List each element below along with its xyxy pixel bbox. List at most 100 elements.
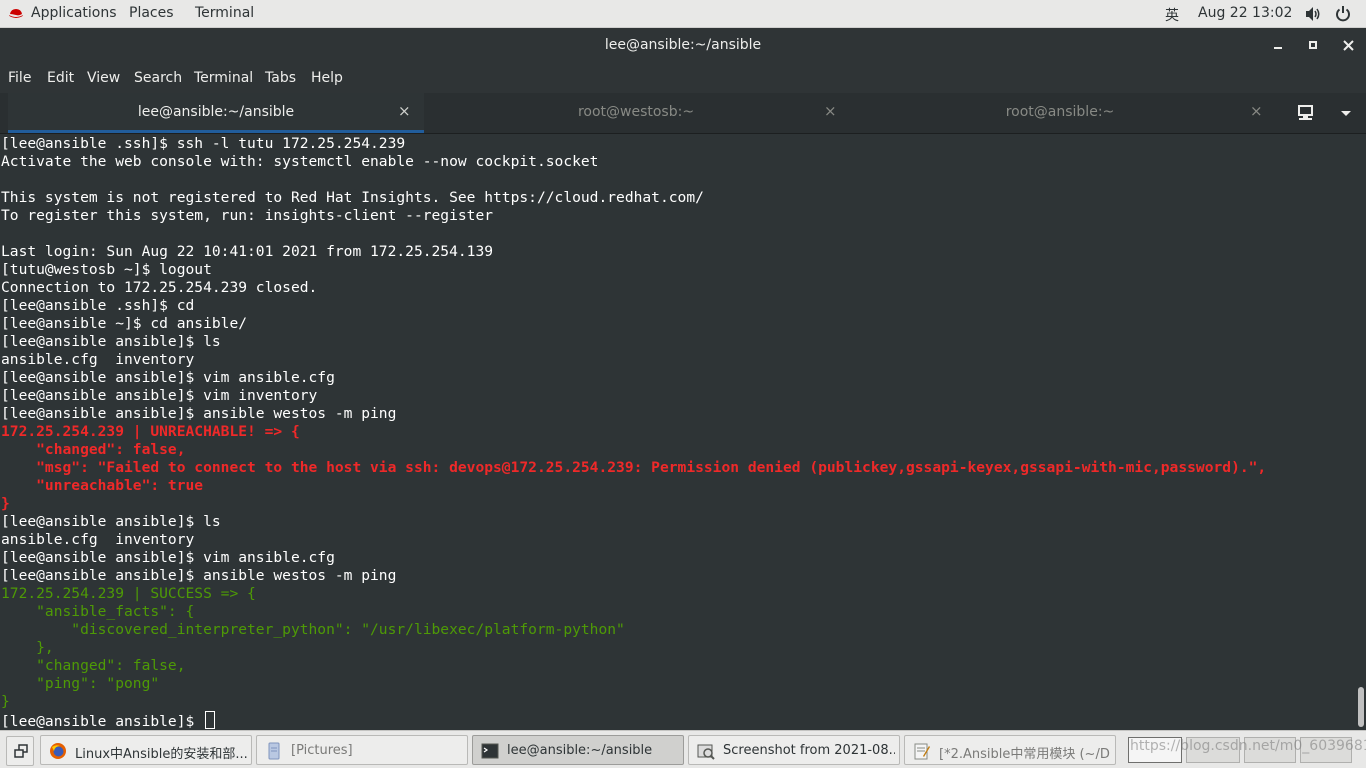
taskbar-item-label: lee@ansible:~/ansible: [507, 743, 653, 758]
window-titlebar[interactable]: lee@ansible:~/ansible: [0, 28, 1366, 64]
terminal-icon: [481, 743, 499, 759]
firefox-icon: [50, 743, 66, 759]
tab-bar: lee@ansible:~/ansible × root@westosb:~ ×…: [0, 93, 1366, 134]
terminal-app-menu[interactable]: Terminal: [195, 5, 254, 21]
terminal-line: [lee@ansible ansible]$: [1, 711, 216, 730]
input-method-indicator[interactable]: 英: [1165, 5, 1179, 25]
terminal-line-text: "changed": false,: [1, 657, 186, 674]
terminal-line-text: [lee@ansible ansible]$ vim ansible.cfg: [1, 369, 335, 386]
terminal-line: To register this system, run: insights-c…: [1, 207, 493, 225]
terminal-line-text: ansible.cfg inventory: [1, 351, 195, 368]
power-icon[interactable]: [1335, 5, 1351, 22]
terminal-line-text: }: [1, 495, 10, 512]
terminal-line: [lee@ansible ansible]$ vim ansible.cfg: [1, 549, 335, 567]
terminal-line: 172.25.254.239 | SUCCESS => {: [1, 585, 256, 603]
text-editor-icon: [914, 743, 930, 760]
terminal-line-text: "discovered_interpreter_python": "/usr/l…: [1, 621, 625, 638]
terminal-line-text: [lee@ansible ansible]$ vim ansible.cfg: [1, 549, 335, 566]
terminal-line: Activate the web console with: systemctl…: [1, 153, 598, 171]
terminal-line-text: [lee@ansible ansible]$ ls: [1, 333, 221, 350]
tab-close-icon[interactable]: ×: [824, 102, 837, 120]
menu-tabs[interactable]: Tabs: [265, 70, 296, 86]
show-desktop-button[interactable]: [6, 736, 34, 766]
terminal-line: 172.25.254.239 | UNREACHABLE! => {: [1, 423, 300, 441]
terminal-line: [lee@ansible ansible]$ ansible westos -m…: [1, 405, 396, 423]
maximize-icon[interactable]: [1309, 41, 1319, 51]
tab-lee-ansible[interactable]: lee@ansible:~/ansible ×: [8, 93, 424, 133]
taskbar-item-terminal[interactable]: lee@ansible:~/ansible: [472, 735, 684, 765]
terminal-line-text: [lee@ansible .ssh]$ ssh -l tutu 172.25.2…: [1, 135, 406, 152]
terminal-line-text: [lee@ansible ansible]$ ansible westos -m…: [1, 405, 397, 422]
tab-root-ansible[interactable]: root@ansible:~ ×: [850, 93, 1270, 133]
taskbar-item-label: [Pictures]: [291, 743, 353, 758]
terminal-line-text: "msg": "Failed to connect to the host vi…: [1, 459, 1267, 476]
clock[interactable]: Aug 22 13:02: [1198, 5, 1292, 21]
terminal-line-text: },: [1, 639, 54, 656]
terminal-line: }: [1, 693, 10, 711]
tab-close-icon[interactable]: ×: [398, 102, 411, 120]
terminal-line-text: Connection to 172.25.254.239 closed.: [1, 279, 318, 296]
terminal-line: Last login: Sun Aug 22 10:41:01 2021 fro…: [1, 243, 493, 261]
terminal-scrollbar[interactable]: [1356, 134, 1366, 730]
terminal-line-text: Last login: Sun Aug 22 10:41:01 2021 fro…: [1, 243, 494, 260]
terminal-line: [lee@ansible .ssh]$ ssh -l tutu 172.25.2…: [1, 135, 405, 153]
window-title: lee@ansible:~/ansible: [604, 37, 762, 53]
menu-terminal[interactable]: Terminal: [194, 70, 253, 86]
terminal-line: [tutu@westosb ~]$ logout: [1, 261, 212, 279]
taskbar-item-label: [*2.Ansible中常用模块 (~/D...: [939, 747, 1111, 762]
terminal-line-text: Activate the web console with: systemctl…: [1, 153, 599, 170]
terminal-line: Connection to 172.25.254.239 closed.: [1, 279, 317, 297]
redhat-logo-icon: [9, 9, 23, 18]
menu-file[interactable]: File: [8, 70, 31, 86]
terminal-line: },: [1, 639, 54, 657]
volume-icon[interactable]: [1305, 6, 1322, 22]
tab-close-icon[interactable]: ×: [1250, 102, 1263, 120]
terminal-line: [lee@ansible .ssh]$ cd: [1, 297, 194, 315]
terminal-line: "changed": false,: [1, 441, 185, 459]
taskbar-item-pictures[interactable]: [Pictures]: [256, 735, 468, 765]
tab-root-westosb[interactable]: root@westosb:~ ×: [428, 93, 844, 133]
applications-menu[interactable]: Applications: [31, 5, 117, 21]
terminal-line-text: [lee@ansible ansible]$ ansible westos -m…: [1, 567, 397, 584]
terminal-line: [lee@ansible ansible]$ vim inventory: [1, 387, 317, 405]
menu-bar: File Edit View Search Terminal Tabs Help: [0, 64, 1366, 93]
terminal-line: [lee@ansible ansible]$ ansible westos -m…: [1, 567, 396, 585]
terminal-line-text: To register this system, run: insights-c…: [1, 207, 494, 224]
terminal-line-text: [lee@ansible ansible]$ ls: [1, 513, 221, 530]
menu-view[interactable]: View: [87, 70, 120, 86]
terminal-output[interactable]: [lee@ansible .ssh]$ ssh -l tutu 172.25.2…: [0, 134, 1356, 730]
terminal-line: ansible.cfg inventory: [1, 531, 194, 549]
taskbar-item-text-editor[interactable]: [*2.Ansible中常用模块 (~/D...: [904, 735, 1116, 765]
taskbar-item-screenshot[interactable]: Screenshot from 2021-08...: [688, 735, 900, 765]
top-panel: Applications Places Terminal 英 Aug 22 13…: [0, 0, 1366, 28]
tab-menu-chevron-down-icon[interactable]: [1340, 110, 1352, 118]
terminal-line-text: [tutu@westosb ~]$ logout: [1, 261, 212, 278]
terminal-line-text: "ping": "pong": [1, 675, 160, 692]
terminal-line-text: 172.25.254.239 | SUCCESS => {: [1, 585, 256, 602]
show-desktop-icon: [14, 744, 28, 758]
new-tab-icon[interactable]: [1297, 104, 1315, 122]
menu-edit[interactable]: Edit: [47, 70, 74, 86]
places-menu[interactable]: Places: [129, 5, 174, 21]
terminal-line: "changed": false,: [1, 657, 186, 675]
terminal-line: "discovered_interpreter_python": "/usr/l…: [1, 621, 625, 639]
terminal-line-text: 172.25.254.239 | UNREACHABLE! => {: [1, 423, 300, 440]
menu-help[interactable]: Help: [311, 70, 343, 86]
close-icon[interactable]: [1343, 40, 1355, 52]
menu-search[interactable]: Search: [134, 70, 182, 86]
terminal-line-text: [lee@ansible ansible]$ vim inventory: [1, 387, 318, 404]
terminal-line: This system is not registered to Red Hat…: [1, 189, 704, 207]
terminal-line-text: [lee@ansible ~]$ cd ansible/: [1, 315, 248, 332]
terminal-line: "ansible_facts": {: [1, 603, 194, 621]
terminal-line-text: "ansible_facts": {: [1, 603, 195, 620]
terminal-line: [lee@ansible ~]$ cd ansible/: [1, 315, 247, 333]
minimize-icon[interactable]: [1274, 46, 1284, 50]
tab-label: root@westosb:~: [577, 104, 695, 120]
terminal-line-text: [lee@ansible .ssh]$ cd: [1, 297, 195, 314]
terminal-line-text: This system is not registered to Red Hat…: [1, 189, 704, 206]
terminal-line: "ping": "pong": [1, 675, 159, 693]
scrollbar-thumb[interactable]: [1358, 687, 1364, 727]
taskbar-item-firefox[interactable]: Linux中Ansible的安装和部...: [40, 735, 252, 765]
terminal-line: }: [1, 495, 10, 513]
screenshot-icon: [697, 744, 715, 760]
